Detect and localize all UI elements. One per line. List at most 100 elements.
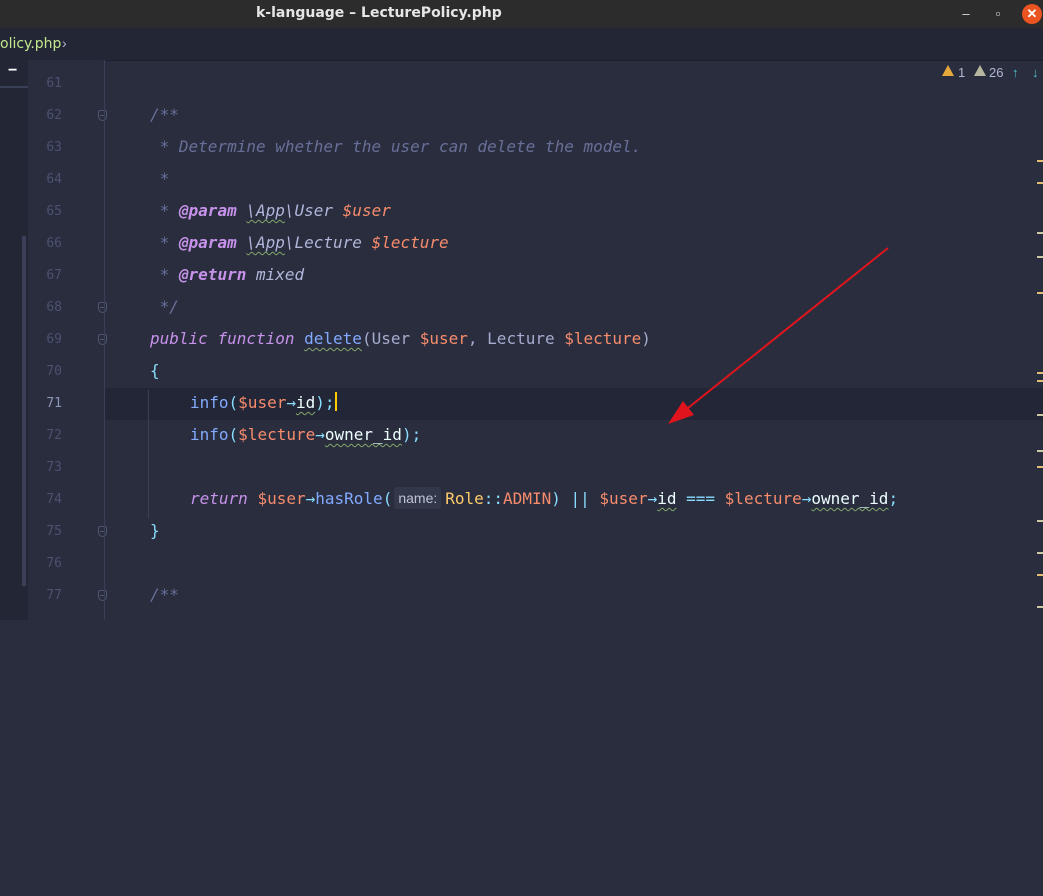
doc-namespace: \App (246, 201, 285, 220)
code-line-71: info($user→id); (190, 387, 337, 419)
brace: { (150, 361, 160, 380)
left-scrollbar-thumb[interactable] (22, 236, 26, 586)
doc-comment: * (150, 265, 179, 284)
or-operator: || (570, 489, 590, 508)
breadcrumb: olicy.php › (0, 28, 1043, 61)
stripe-marker[interactable] (1037, 520, 1043, 522)
function-call: info (190, 393, 229, 412)
scope-operator: :: (483, 489, 504, 508)
weak-warning-count: 26 (989, 65, 1004, 80)
constant: ADMIN (503, 489, 552, 508)
code-line-64: * (150, 163, 170, 195)
arrow-operator: → (286, 393, 296, 412)
title-bar: k-language – LecturePolicy.php ‒ ▫ ✕ (0, 0, 1043, 28)
semicolon: ; (888, 489, 899, 508)
maximize-icon[interactable]: ▫ (988, 4, 1008, 24)
stripe-marker[interactable] (1037, 182, 1043, 184)
doc-type: \Lecture (284, 233, 372, 252)
stripe-marker[interactable] (1037, 574, 1043, 576)
keyword: public (150, 329, 208, 348)
line-number: 65 (46, 204, 62, 219)
arrow-operator: → (315, 425, 325, 444)
line-number-active: 71 (46, 396, 62, 411)
property: owner_id (324, 425, 402, 444)
paren: ) (551, 489, 561, 508)
doc-variable: $user (342, 201, 391, 220)
chevron-right-icon[interactable]: › (62, 35, 67, 51)
gutter-divider (104, 60, 105, 620)
doc-tag: @param (178, 201, 237, 220)
arrow-operator: → (305, 489, 316, 508)
fold-marker-icon[interactable] (98, 334, 107, 345)
code-line-69: public function delete(User $user, Lectu… (150, 323, 651, 355)
stripe-marker[interactable] (1037, 292, 1043, 294)
variable: $user (419, 329, 468, 348)
doc-comment: */ (150, 297, 179, 316)
doc-tag: @return (178, 265, 247, 284)
code-line-74: return $user→hasRole(name: Role::ADMIN) |… (190, 483, 898, 515)
stripe-marker[interactable] (1037, 450, 1043, 452)
doc-comment: * (150, 169, 170, 188)
property: owner_id (811, 489, 889, 508)
paren: ( (382, 489, 393, 508)
variable: $user (257, 489, 306, 508)
stripe-marker[interactable] (1037, 414, 1043, 416)
parameter-hint: name: (394, 487, 442, 509)
line-number: 61 (46, 76, 62, 91)
variable: $user (238, 393, 287, 412)
fold-marker-icon[interactable] (98, 110, 107, 121)
code-line-67: * @return mixed (150, 259, 305, 291)
brace: } (150, 521, 160, 540)
fold-marker-icon[interactable] (98, 302, 107, 313)
line-number: 62 (46, 108, 62, 123)
line-number: 68 (46, 300, 62, 315)
stripe-marker[interactable] (1037, 466, 1043, 468)
line-number: 76 (46, 556, 62, 571)
stripe-marker[interactable] (1037, 552, 1043, 554)
function-call: info (190, 425, 229, 444)
stripe-marker[interactable] (1037, 160, 1043, 162)
arrow-operator: → (647, 489, 658, 508)
fold-marker-icon[interactable] (98, 526, 107, 537)
doc-comment: * (150, 201, 179, 220)
doc-comment: * Determine whether the user can delete … (150, 137, 642, 156)
code-line-75: } (150, 515, 160, 547)
code-text: , Lecture (467, 329, 565, 348)
arrow-operator: → (801, 489, 812, 508)
paren: ); (401, 425, 422, 444)
function-name: delete (304, 329, 362, 348)
line-number: 64 (46, 172, 62, 187)
minimize-icon[interactable]: ‒ (956, 4, 976, 24)
warning-count: 1 (958, 65, 966, 80)
stripe-marker[interactable] (1037, 372, 1043, 374)
stripe-marker[interactable] (1037, 606, 1043, 608)
doc-comment: /** (150, 105, 179, 124)
code-line-62: /** (150, 99, 179, 131)
fold-marker-icon[interactable] (98, 590, 107, 601)
code-editor[interactable]: /** * Determine whether the user can del… (0, 0, 898, 896)
stripe-marker[interactable] (1037, 232, 1043, 234)
identity-operator: === (686, 489, 716, 508)
line-number: 73 (46, 460, 62, 475)
next-highlight-icon[interactable]: ↓ (1032, 65, 1039, 80)
function-call: hasRole (315, 489, 383, 508)
line-number: 63 (46, 140, 62, 155)
text-caret (334, 392, 337, 411)
previous-highlight-icon[interactable]: ↑ (1012, 65, 1019, 80)
code-line-65: * @param \App\User $user (150, 195, 391, 227)
doc-namespace: \App (246, 233, 285, 252)
window-title: k-language – LecturePolicy.php (256, 5, 502, 21)
line-number: 66 (46, 236, 62, 251)
line-number: 72 (46, 428, 62, 443)
code-line-68: */ (150, 291, 179, 323)
property: id (295, 393, 316, 412)
property: id (657, 489, 677, 508)
stripe-marker[interactable] (1037, 256, 1043, 258)
warning-icon (942, 65, 954, 76)
stripe-marker[interactable] (1037, 380, 1043, 382)
indent-guide (148, 390, 149, 518)
close-icon[interactable]: ✕ (1022, 4, 1042, 24)
paren: ); (315, 393, 335, 412)
code-line-70: { (150, 355, 160, 387)
doc-tag: @param (178, 233, 237, 252)
